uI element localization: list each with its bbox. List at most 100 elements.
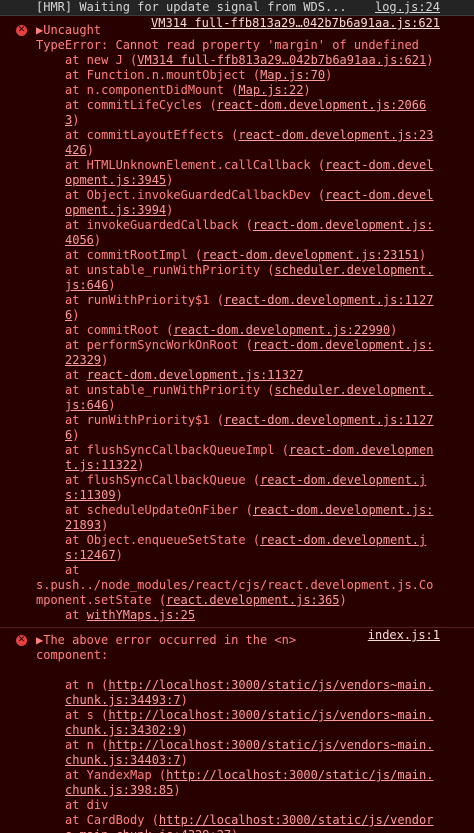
stack-frame-end: )	[325, 68, 333, 82]
stack-frame-link[interactable]: react-dom.development.js:11327	[87, 368, 304, 382]
stack-frame-end: )	[108, 398, 116, 412]
stack-frame-at: at div	[65, 798, 109, 812]
stack-frame: at flushSyncCallbackQueueImpl (react-dom…	[36, 443, 440, 473]
error-summary[interactable]: The above error occurred in the <n>	[43, 633, 296, 647]
stack-frame-at: at unstable_runWithPriority (	[65, 383, 275, 397]
stack-frame-at: at CardBody (	[65, 813, 159, 827]
stack-frame-at: at runWithPriority$1 (	[65, 293, 224, 307]
stack-frame-at: at performSyncWorkOnRoot (	[65, 338, 253, 352]
stack-frame: at HTMLUnknownElement.callCallback (reac…	[36, 158, 440, 188]
stack-frame-at: at commitRootImpl (	[65, 248, 203, 262]
stack-frame: at scheduleUpdateOnFiber (react-dom.deve…	[36, 503, 440, 533]
hmr-log-message: [HMR] Waiting for update signal from WDS…	[0, 0, 474, 16]
stack-frame-end: )	[137, 458, 145, 472]
component-stack: at n (http://localhost:3000/static/js/ve…	[36, 678, 440, 833]
stack-frame-at: at Object.invokeGuardedCallbackDev (	[65, 188, 326, 202]
stack-frame-end: )	[101, 518, 109, 532]
stack-frame-at: at flushSyncCallbackQueue (	[65, 473, 261, 487]
error-summary-continued: component:	[36, 648, 109, 662]
stack-frame-end: )	[419, 248, 427, 262]
stack-frame: at runWithPriority$1 (react-dom.developm…	[36, 413, 440, 443]
stack-frame-end: )	[86, 143, 94, 157]
stack-frame-at: at n (	[65, 678, 109, 692]
error-source-link[interactable]: index.js:1	[368, 628, 440, 643]
error-text: TypeError: Cannot read property 'margin'…	[36, 38, 419, 52]
stack-frame-end: )	[115, 488, 123, 502]
hmr-log-source-link[interactable]: log.js:24	[375, 0, 440, 15]
stack-frame-link[interactable]: Map.js:70	[260, 68, 325, 82]
stack-frame-at: at commitRoot (	[65, 323, 174, 337]
stack-frame-link[interactable]: http://localhost:3000/static/js/vendors~…	[65, 738, 433, 767]
stack-frame-end: )	[166, 173, 174, 187]
stack-frame: at invokeGuardedCallback (react-dom.deve…	[36, 218, 440, 248]
stack-frame-end: )	[166, 203, 174, 217]
stack-frame-link[interactable]: react.development.js:365	[166, 593, 339, 607]
stack-frame-at: at commitLifeCycles (	[65, 98, 217, 112]
stack-frame: at commitRoot (react-dom.development.js:…	[36, 323, 440, 338]
stack-frame: at n (http://localhost:3000/static/js/ve…	[36, 738, 440, 768]
error-icon: ✕	[16, 25, 27, 36]
stack-frame-end: )	[72, 308, 80, 322]
stack-frame-end: )	[180, 693, 188, 707]
stack-frame: at performSyncWorkOnRoot (react-dom.deve…	[36, 338, 440, 368]
stack-frame: at s (http://localhost:3000/static/js/ve…	[36, 708, 440, 738]
error-summary[interactable]: Uncaught	[43, 23, 101, 37]
stack-frame-at: at s (	[65, 708, 109, 722]
stack-trace: at new J (VM314 full-ffb813a29…042b7b6a9…	[36, 53, 440, 563]
stack-frame: at commitLifeCycles (react-dom.developme…	[36, 98, 440, 128]
stack-frame-link[interactable]: withYMaps.js:25	[87, 608, 195, 622]
stack-frame-at: at runWithPriority$1 (	[65, 413, 224, 427]
stack-frame-end: )	[339, 593, 347, 607]
stack-frame: at flushSyncCallbackQueue (react-dom.dev…	[36, 473, 440, 503]
stack-frame-link[interactable]: VM314 full-ffb813a29…042b7b6a91aa.js:621	[137, 53, 426, 67]
stack-frame-at: at	[65, 608, 87, 622]
stack-frame-end: )	[426, 53, 434, 67]
stack-frame: at Object.enqueueSetState (react-dom.dev…	[36, 533, 440, 563]
stack-frame-link[interactable]: http://localhost:3000/static/js/vendors~…	[65, 708, 433, 737]
stack-frame-at: at Object.enqueueSetState (	[65, 533, 261, 547]
stack-frame-end: )	[180, 753, 188, 767]
stack-frame-at: at commitLayoutEffects (	[65, 128, 239, 142]
stack-frame-end: )	[72, 113, 80, 127]
stack-frame-at: at YandexMap (	[65, 768, 167, 782]
stack-frame: at YandexMap (http://localhost:3000/stat…	[36, 768, 440, 798]
stack-frame-end: )	[180, 723, 188, 737]
stack-frame-link[interactable]: react-dom.development.js:23151	[202, 248, 419, 262]
stack-frame-link[interactable]: react-dom.development.js:22990	[173, 323, 390, 337]
stack-frame: at unstable_runWithPriority (scheduler.d…	[36, 263, 440, 293]
stack-frame-at: at HTMLUnknownElement.callCallback (	[65, 158, 326, 172]
stack-frame-end: )	[173, 783, 181, 797]
stack-frame-end: )	[231, 828, 238, 833]
stack-frame: at n.componentDidMount (Map.js:22)	[36, 83, 440, 98]
stack-frame-end: )	[72, 428, 80, 442]
stack-frame-at: at flushSyncCallbackQueueImpl (	[65, 443, 289, 457]
stack-frame: at react-dom.development.js:11327	[36, 368, 440, 383]
stack-frame-at: at	[65, 368, 87, 382]
stack-frame-at: at n (	[65, 738, 109, 752]
stack-frame: at Function.n.mountObject (Map.js:70)	[36, 68, 440, 83]
stack-frame-end: )	[115, 548, 123, 562]
error-source-link[interactable]: VM314 full-ffb813a29…042b7b6a91aa.js:621	[151, 16, 440, 31]
stack-frame: at unstable_runWithPriority (scheduler.d…	[36, 383, 440, 413]
stack-frame: at new J (VM314 full-ffb813a29…042b7b6a9…	[36, 53, 440, 68]
stack-frame-at: at invokeGuardedCallback (	[65, 218, 253, 232]
stack-frame: at div	[36, 798, 440, 813]
stack-frame-label: at	[65, 563, 80, 577]
stack-frame: at Object.invokeGuardedCallbackDev (reac…	[36, 188, 440, 218]
stack-frame-end: )	[101, 353, 109, 367]
stack-frame-end: )	[108, 278, 116, 292]
stack-frame: at CardBody (http://localhost:3000/stati…	[36, 813, 440, 833]
stack-frame-end: )	[303, 83, 311, 97]
error-icon: ✕	[16, 635, 27, 646]
stack-frame: s.push../node_modules/react/cjs/react.de…	[36, 578, 440, 608]
error-message-uncaught: ✕ VM314 full-ffb813a29…042b7b6a91aa.js:6…	[0, 16, 474, 628]
stack-frame-link[interactable]: http://localhost:3000/static/js/vendors~…	[65, 678, 433, 707]
stack-frame-end: )	[93, 233, 102, 247]
stack-frame-end: )	[390, 323, 398, 337]
error-message-component: ✕ index.js:1 ▶The above error occurred i…	[0, 628, 474, 833]
stack-frame: at commitLayoutEffects (react-dom.develo…	[36, 128, 440, 158]
stack-frame-link[interactable]: Map.js:22	[238, 83, 303, 97]
stack-frame-at: at Function.n.mountObject (	[65, 68, 261, 82]
stack-frame-at: at new J (	[65, 53, 138, 67]
